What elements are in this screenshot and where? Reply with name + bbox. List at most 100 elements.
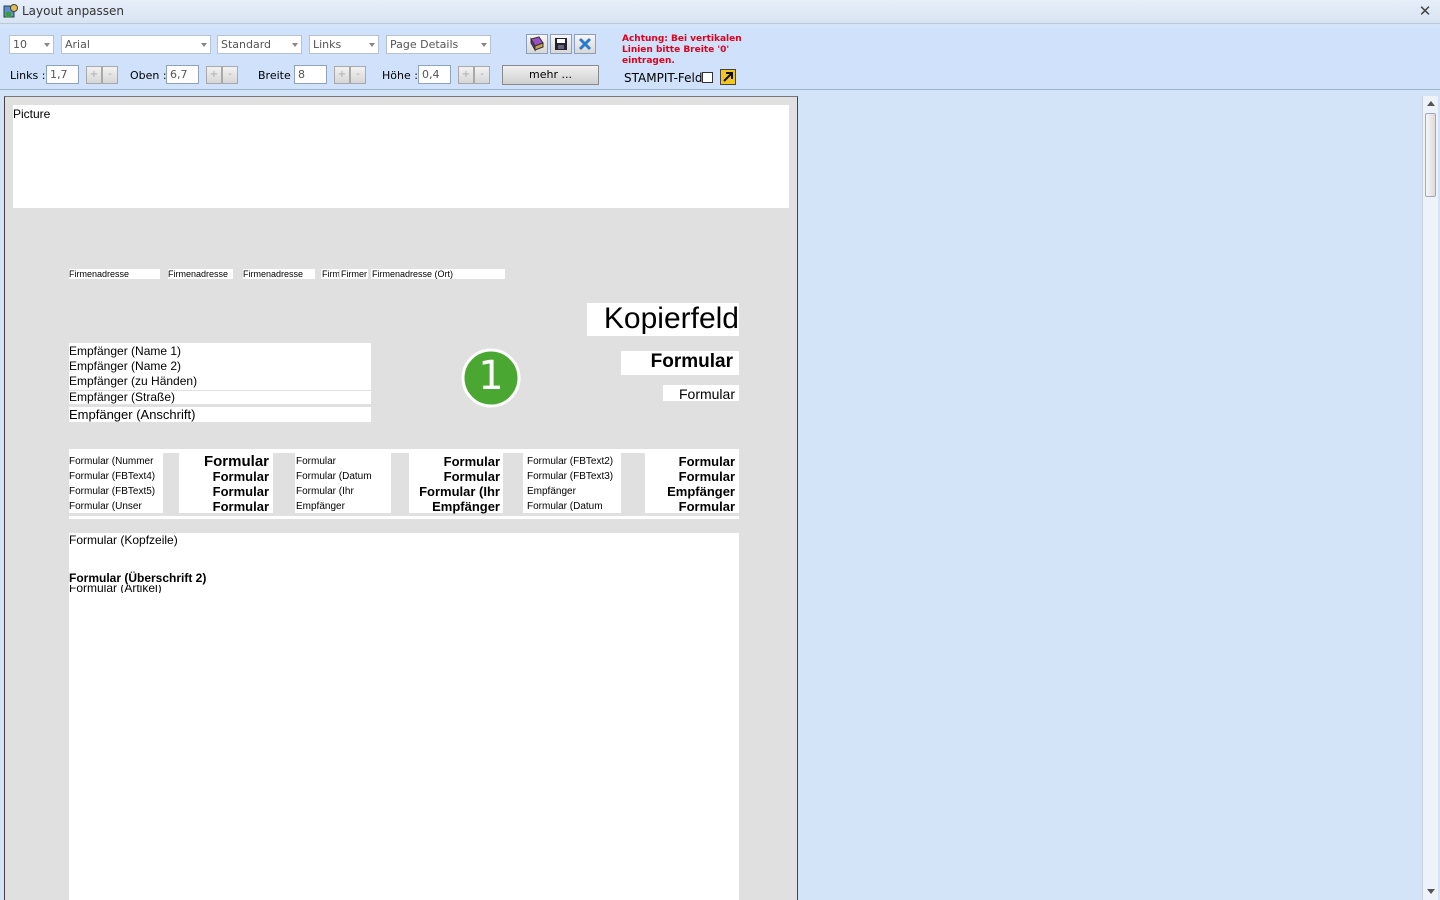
chevron-down-icon [292,43,298,47]
title-bar: Layout anpassen ✕ [0,0,1440,24]
layout-canvas: Picture Firmenadresse Firmenadresse Firm… [4,96,798,900]
stampit-checkbox[interactable] [702,72,713,83]
artikel-field[interactable]: Formular (Artikel) [69,585,189,593]
info-cell[interactable]: Formular (FBText2) [527,454,613,469]
oben-label: Oben : [130,69,167,82]
delete-button[interactable] [574,34,596,54]
warning-text: Achtung: Bei vertikalen Linien bitte Bre… [622,34,742,66]
font-size-value: 10 [13,38,27,51]
info-cell[interactable]: Empfänger [527,484,613,499]
section-select[interactable]: Page Details [386,35,491,54]
info-cell[interactable]: Formular [296,454,372,469]
chevron-down-icon [481,43,487,47]
info-cell[interactable]: Formular [181,499,269,514]
info-cell[interactable]: Formular (Ihr [410,484,500,499]
info-gap [273,453,295,513]
vertical-scrollbar[interactable] [1422,96,1438,900]
info-cell[interactable]: Empfänger [410,499,500,514]
info-col6: Formular Formular Empfänger Formular [645,454,735,514]
info-cell[interactable]: Formular [645,454,735,469]
info-cell[interactable]: Formular (Unser [69,499,155,514]
info-cell[interactable]: Formular [181,484,269,499]
breite-plus-button[interactable]: + [334,66,350,84]
info-cell[interactable]: Formular [410,454,500,469]
oben-input[interactable]: 6,7 [166,65,199,84]
info-cell[interactable]: Formular (Ihr [296,484,372,499]
info-gap [163,453,179,513]
hoehe-plus-button[interactable]: + [458,66,474,84]
close-icon[interactable]: ✕ [1416,2,1434,20]
info-cell[interactable]: Formular [181,454,269,469]
app-icon [3,4,18,18]
info-col1: Formular (Nummer Formular (FBText4) Form… [69,454,155,514]
hoehe-input[interactable]: 0,4 [418,65,451,84]
info-cell[interactable]: Formular [410,469,500,484]
firmenadresse-label: Firmer [341,269,367,279]
links-plus-button[interactable]: + [86,66,102,84]
ueberschrift-label: Formular (Überschrift 2) [69,571,207,585]
info-cell[interactable]: Empfänger [296,499,372,514]
chevron-down-icon [369,43,375,47]
style-select[interactable]: Standard [217,35,302,54]
firmenadresse-label: Firmenadresse (Ort) [372,269,454,279]
info-cell[interactable]: Formular [645,499,735,514]
recipient-line: Empfänger (Name 1) [69,344,182,358]
recipient-line: Empfänger (Name 2) [69,359,182,373]
chevron-down-icon [44,43,50,47]
info-gap [503,453,523,513]
stampit-label: STAMPIT-Feld [624,71,703,85]
breite-minus-button[interactable]: - [350,66,366,84]
breite-input[interactable]: 8 [294,65,327,84]
info-cell[interactable]: Formular [181,469,269,484]
info-cell[interactable]: Formular (FBText5) [69,484,155,499]
delete-icon [578,37,592,51]
breite-label: Breite : [258,69,298,82]
font-family-value: Arial [65,38,90,51]
links-minus-button[interactable]: - [102,66,118,84]
firmenadresse-label: Firmenadresse [168,269,229,279]
recipient-address-label: Empfänger (Anschrift) [69,407,196,422]
scroll-thumb[interactable] [1425,113,1436,197]
info-cell[interactable]: Formular (Nummer [69,454,155,469]
book-icon [530,36,544,52]
info-gap [621,453,645,513]
hoehe-minus-button[interactable]: - [474,66,490,84]
links-input[interactable]: 1,7 [46,65,79,84]
info-col4: Formular Formular Formular (Ihr Empfänge… [410,454,500,514]
info-cell[interactable]: Formular [645,469,735,484]
info-cell[interactable]: Formular (FBText3) [527,469,613,484]
info-divider [69,513,739,516]
step-badge: 1 [461,348,521,408]
font-family-select[interactable]: Arial [61,35,211,54]
info-cell[interactable]: Formular (FBText4) [69,469,155,484]
picture-label: Picture [13,107,51,121]
links-label: Links : [10,69,46,82]
scroll-up-icon[interactable] [1427,101,1435,106]
scroll-down-icon[interactable] [1427,889,1435,894]
firmenadresse-field[interactable]: Firmer [340,269,368,279]
info-cell[interactable]: Formular (Datum [527,499,613,514]
info-cell[interactable]: Formular (Datum [296,469,372,484]
info-cell[interactable]: Empfänger [645,484,735,499]
alignment-value: Links [313,38,342,51]
info-gap [391,453,409,513]
recipient-line: Empfänger (zu Händen) [69,374,198,388]
firmenadresse-field[interactable]: Firm [321,269,339,279]
stampit-open-button[interactable] [720,69,736,85]
more-button[interactable]: mehr ... [502,65,599,85]
oben-minus-button[interactable]: - [222,66,238,84]
picture-block[interactable] [13,105,789,208]
save-button[interactable] [550,34,572,54]
style-value: Standard [221,38,272,51]
alignment-select[interactable]: Links [309,35,379,54]
section-value: Page Details [390,38,459,51]
recipient-line: Empfänger (Straße) [69,390,176,404]
font-size-select[interactable]: 10 [9,35,54,54]
oben-plus-button[interactable]: + [206,66,222,84]
info-col5: Formular (FBText2) Formular (FBText3) Em… [527,454,613,514]
kopierfeld-label: Kopierfeld [603,302,739,335]
arrow-up-right-icon [723,72,733,82]
book-button[interactable] [526,34,548,54]
kopfzeile-label: Formular (Kopfzeile) [69,533,178,547]
hoehe-label: Höhe : [382,69,418,82]
